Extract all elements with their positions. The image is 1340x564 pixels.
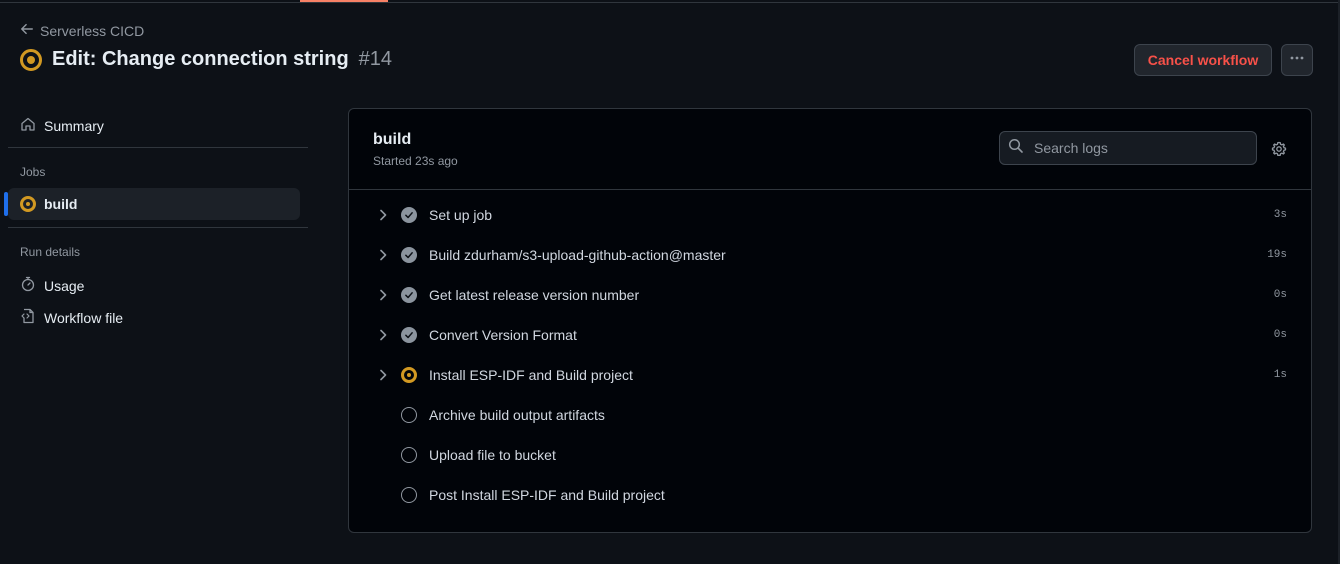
circle-icon xyxy=(401,487,417,503)
sidebar-item-summary[interactable]: Summary xyxy=(20,116,104,135)
step-name: Upload file to bucket xyxy=(429,447,556,463)
check-circle-icon xyxy=(401,207,417,223)
sidebar-item-label: Summary xyxy=(44,117,104,134)
sidebar-divider xyxy=(8,227,308,228)
arrow-left-icon xyxy=(20,22,34,39)
running-status-icon xyxy=(401,367,417,383)
page-title: Edit: Change connection string xyxy=(52,48,349,70)
stopwatch-icon xyxy=(20,276,36,295)
step-name: Post Install ESP-IDF and Build project xyxy=(429,487,665,503)
sidebar-item-label: build xyxy=(44,196,78,212)
job-step-row[interactable]: Post Install ESP-IDF and Build project xyxy=(349,475,1311,515)
more-options-button[interactable] xyxy=(1281,44,1313,76)
step-duration: 0s xyxy=(1273,289,1287,301)
file-code-icon xyxy=(20,308,36,327)
job-step-row[interactable]: Get latest release version number 0s xyxy=(349,275,1311,315)
job-step-row[interactable]: Convert Version Format 0s xyxy=(349,315,1311,355)
job-title: build xyxy=(373,131,412,148)
back-to-workflow-link[interactable]: Serverless CICD xyxy=(20,22,144,39)
circle-icon xyxy=(401,407,417,423)
header-divider xyxy=(0,2,1340,3)
step-name: Archive build output artifacts xyxy=(429,407,605,423)
step-name: Convert Version Format xyxy=(429,327,577,343)
jobs-heading: Jobs xyxy=(20,165,46,179)
cancel-workflow-button[interactable]: Cancel workflow xyxy=(1134,44,1272,76)
chevron-right-icon[interactable] xyxy=(375,287,391,303)
circle-icon xyxy=(401,447,417,463)
check-circle-icon xyxy=(401,247,417,263)
step-name: Install ESP-IDF and Build project xyxy=(429,367,633,383)
running-status-icon xyxy=(20,196,36,212)
run-number: #14 xyxy=(358,48,393,70)
step-duration: 19s xyxy=(1267,249,1287,261)
step-name: Get latest release version number xyxy=(429,287,640,303)
breadcrumb-label: Serverless CICD xyxy=(40,22,145,39)
check-circle-icon xyxy=(401,327,417,343)
check-circle-icon xyxy=(401,287,417,303)
job-step-row[interactable]: Archive build output artifacts xyxy=(349,395,1311,435)
step-name: Set up job xyxy=(429,207,493,223)
chevron-right-icon[interactable] xyxy=(375,207,391,223)
chevron-right-icon[interactable] xyxy=(375,367,391,383)
run-details-heading: Run details xyxy=(20,245,81,259)
job-started-time: Started 23s ago xyxy=(373,154,458,168)
step-duration: 3s xyxy=(1273,209,1287,221)
job-log-panel: build Started 23s ago Set up job 3s Build … xyxy=(348,108,1312,533)
search-icon xyxy=(1008,138,1024,159)
sidebar-item-workflow-file[interactable]: Workflow file xyxy=(20,308,123,327)
gear-icon[interactable] xyxy=(1271,141,1287,157)
running-status-icon xyxy=(20,48,42,71)
kebab-horizontal-icon xyxy=(1289,50,1305,71)
sidebar-item-label: Usage xyxy=(44,277,85,294)
job-step-row[interactable]: Install ESP-IDF and Build project 1s xyxy=(349,355,1311,395)
sidebar-item-usage[interactable]: Usage xyxy=(20,276,84,295)
search-logs-input[interactable] xyxy=(1032,139,1246,157)
chevron-right-icon[interactable] xyxy=(375,327,391,343)
sidebar-divider xyxy=(8,147,308,148)
sidebar-item-job-build[interactable]: build xyxy=(20,196,77,212)
search-logs-field[interactable] xyxy=(999,131,1257,165)
step-duration: 1s xyxy=(1273,369,1287,381)
sidebar-item-label: Workflow file xyxy=(44,309,124,326)
home-icon xyxy=(20,116,36,135)
sidebar-active-indicator xyxy=(4,192,8,216)
step-name: Build zdurham/s3-upload-github-action@ma… xyxy=(429,247,726,263)
chevron-right-icon[interactable] xyxy=(375,247,391,263)
job-step-row[interactable]: Build zdurham/s3-upload-github-action@ma… xyxy=(349,235,1311,275)
step-duration: 0s xyxy=(1273,329,1287,341)
job-header: build Started 23s ago xyxy=(349,109,1311,190)
job-step-row[interactable]: Set up job 3s xyxy=(349,195,1311,235)
run-title-row: Edit: Change connection string #14 xyxy=(20,48,392,71)
job-step-row[interactable]: Upload file to bucket xyxy=(349,435,1311,475)
